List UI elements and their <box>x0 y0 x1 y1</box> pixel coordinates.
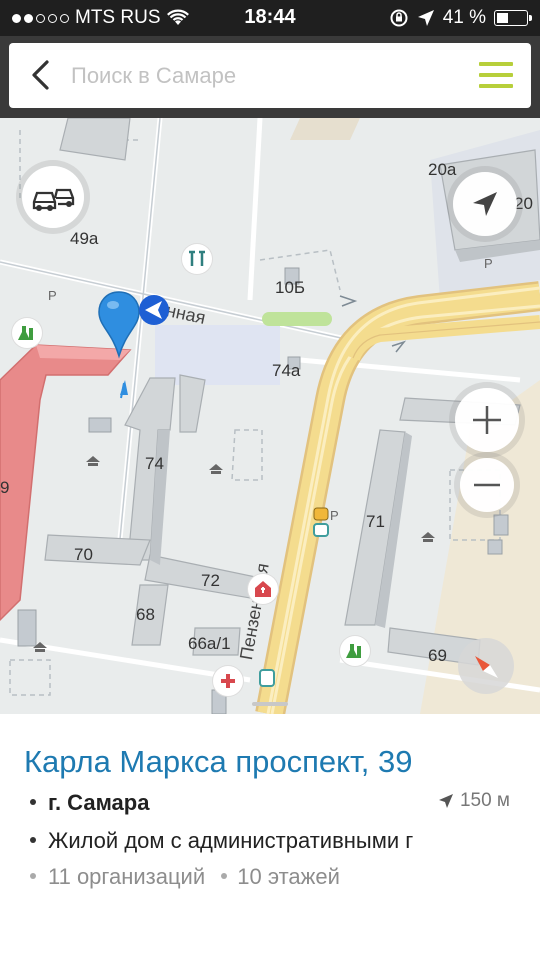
organizations-count[interactable]: 11 организаций <box>48 864 205 889</box>
medical-poi[interactable] <box>248 574 278 604</box>
building-label: 72 <box>201 571 220 590</box>
building-label: 10Б <box>275 278 306 297</box>
place-info-sheet[interactable]: Карла Маркса проспект, 39 г. Самара 150 … <box>0 714 540 960</box>
hamburger-menu-icon <box>479 62 513 66</box>
parking-label: P <box>484 256 493 271</box>
search-input[interactable] <box>69 53 463 99</box>
back-arrow-icon <box>32 60 49 90</box>
building-label: 69 <box>428 646 447 665</box>
pharmacy-poi[interactable] <box>340 636 370 666</box>
rotation-lock-icon <box>390 9 408 27</box>
location-arrow-icon <box>417 10 434 26</box>
place-city-row: г. Самара <box>30 790 149 816</box>
search-bar <box>9 43 531 108</box>
place-description: Жилой дом с административными г <box>48 828 414 853</box>
parking-label: P <box>48 288 57 303</box>
zoom-in-icon <box>473 406 501 434</box>
navigate-arrow-icon <box>473 192 497 216</box>
my-location-button[interactable] <box>453 172 517 236</box>
bullet <box>221 873 228 880</box>
building-label: 71 <box>366 512 385 531</box>
zoom-in-button[interactable] <box>455 388 519 452</box>
building-label: 68 <box>136 605 155 624</box>
building-label: 70 <box>74 545 93 564</box>
floors-count: 10 этажей <box>237 864 340 889</box>
flask-icon <box>18 326 33 340</box>
place-stats-row: 11 организаций 10 этажей <box>30 864 340 890</box>
location-pin[interactable] <box>96 290 142 360</box>
status-right: 41 % <box>389 7 532 29</box>
bullet <box>30 799 36 806</box>
compass-icon <box>475 656 498 678</box>
distance-value: 150 м <box>459 790 510 811</box>
search-header <box>0 36 540 118</box>
hospital-poi[interactable] <box>213 666 243 696</box>
traffic-cars-icon <box>32 188 75 211</box>
menu-button[interactable] <box>479 62 513 88</box>
sheet-handle[interactable] <box>252 702 288 706</box>
compass-button[interactable] <box>458 638 514 694</box>
building-label: 66а/1 <box>188 634 231 653</box>
location-arrow-icon <box>438 794 453 808</box>
building-label: 9 <box>0 478 10 497</box>
bus-stop-icon <box>313 507 329 537</box>
place-city: г. Самара <box>48 790 150 815</box>
bus-stop-poi[interactable] <box>308 506 334 540</box>
place-title: Карла Маркса проспект, 39 <box>24 744 413 779</box>
building-label: 74а <box>272 361 301 380</box>
status-bar: MTS RUS 18:44 41 % <box>0 0 540 36</box>
traffic-button[interactable] <box>22 166 84 228</box>
pharmacy-poi[interactable] <box>12 318 42 348</box>
zoom-out-icon <box>474 483 500 487</box>
map-view[interactable]: 49а 10Б 74а 74 71 70 72 68 66а/1 69 20а … <box>0 118 540 714</box>
medical-cross-icon <box>221 674 235 688</box>
wrench-icon <box>189 250 205 266</box>
back-button[interactable] <box>23 57 59 93</box>
place-distance: 150 м <box>438 790 510 812</box>
flask-icon <box>346 644 361 658</box>
bullet <box>30 873 36 880</box>
zoom-out-button[interactable] <box>460 458 514 512</box>
place-description-row: Жилой дом с административными г <box>30 828 413 854</box>
battery-percent: 41 % <box>442 7 486 28</box>
bullet <box>30 837 36 844</box>
battery-icon <box>494 10 532 26</box>
user-direction-icon <box>139 295 169 325</box>
building-label: 74 <box>145 454 164 473</box>
car-service-poi[interactable] <box>182 244 212 274</box>
user-position-marker <box>137 293 171 327</box>
text-fade <box>450 818 540 858</box>
bus-stop-poi[interactable] <box>256 666 278 692</box>
bus-icon <box>259 669 275 687</box>
medical-house-icon <box>255 581 271 597</box>
location-pin-icon <box>98 291 140 359</box>
building-label: 49а <box>70 229 99 248</box>
